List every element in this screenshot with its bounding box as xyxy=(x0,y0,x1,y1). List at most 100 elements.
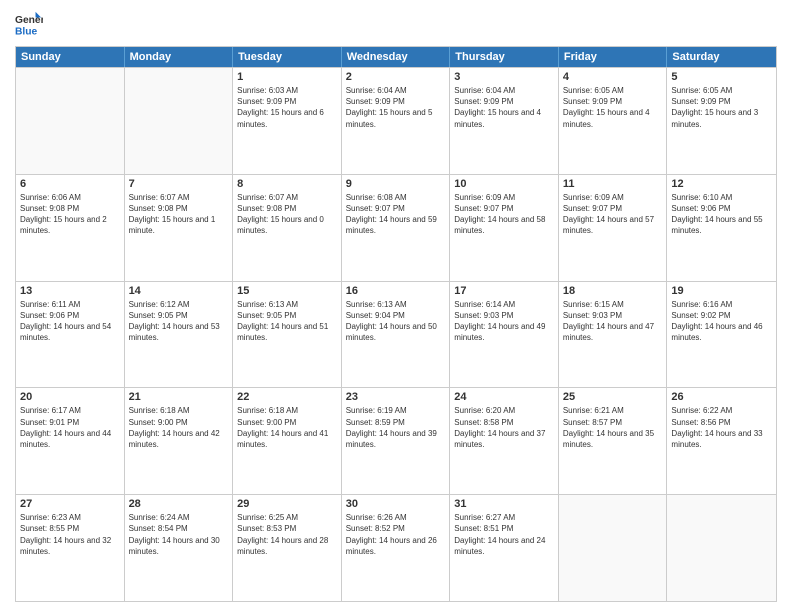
calendar-cell: 23 Sunrise: 6:19 AMSunset: 8:59 PMDayligh… xyxy=(342,388,451,494)
cell-info: Sunrise: 6:22 AMSunset: 8:56 PMDaylight:… xyxy=(671,405,772,450)
day-number: 29 xyxy=(237,498,337,510)
calendar-cell: 22 Sunrise: 6:18 AMSunset: 9:00 PMDayligh… xyxy=(233,388,342,494)
calendar: SundayMondayTuesdayWednesdayThursdayFrid… xyxy=(15,46,777,602)
calendar-cell: 14 Sunrise: 6:12 AMSunset: 9:05 PMDayligh… xyxy=(125,282,234,388)
calendar-cell: 24Sunrise: 6:20 AMSunset: 8:58 PMDayligh… xyxy=(450,388,559,494)
calendar-cell: 27 Sunrise: 6:23 AMSunset: 8:55 PMDayligh… xyxy=(16,495,125,601)
calendar-cell: 28 Sunrise: 6:24 AMSunset: 8:54 PMDayligh… xyxy=(125,495,234,601)
day-number: 22 xyxy=(237,391,337,403)
weekday-header: Tuesday xyxy=(233,47,342,67)
calendar-cell: 1Sunrise: 6:03 AMSunset: 9:09 PMDaylight… xyxy=(233,68,342,174)
page-header: General Blue xyxy=(15,10,777,38)
calendar-row: 27 Sunrise: 6:23 AMSunset: 8:55 PMDayligh… xyxy=(16,494,776,601)
day-number: 18 xyxy=(563,285,663,297)
calendar-row: 13 Sunrise: 6:11 AMSunset: 9:06 PMDayligh… xyxy=(16,281,776,388)
cell-info: Sunrise: 6:23 AMSunset: 8:55 PMDaylight:… xyxy=(20,512,120,557)
cell-info: Sunrise: 6:20 AMSunset: 8:58 PMDaylight:… xyxy=(454,405,554,450)
cell-info: Sunrise: 6:04 AMSunset: 9:09 PMDaylight:… xyxy=(454,85,554,130)
weekday-header: Wednesday xyxy=(342,47,451,67)
calendar-cell: 30 Sunrise: 6:26 AMSunset: 8:52 PMDayligh… xyxy=(342,495,451,601)
calendar-cell xyxy=(667,495,776,601)
weekday-header: Monday xyxy=(125,47,234,67)
day-number: 28 xyxy=(129,498,229,510)
calendar-cell: 21 Sunrise: 6:18 AMSunset: 9:00 PMDayligh… xyxy=(125,388,234,494)
cell-info: Sunrise: 6:11 AMSunset: 9:06 PMDaylight:… xyxy=(20,299,120,344)
day-number: 19 xyxy=(671,285,772,297)
calendar-cell: 29 Sunrise: 6:25 AMSunset: 8:53 PMDayligh… xyxy=(233,495,342,601)
day-number: 10 xyxy=(454,178,554,190)
cell-info: Sunrise: 6:05 AMSunset: 9:09 PMDaylight:… xyxy=(563,85,663,130)
calendar-cell: 5 Sunrise: 6:05 AMSunset: 9:09 PMDaylight… xyxy=(667,68,776,174)
calendar-cell: 13 Sunrise: 6:11 AMSunset: 9:06 PMDayligh… xyxy=(16,282,125,388)
day-number: 3 xyxy=(454,71,554,83)
day-number: 13 xyxy=(20,285,120,297)
day-number: 26 xyxy=(671,391,772,403)
cell-info: Sunrise: 6:25 AMSunset: 8:53 PMDaylight:… xyxy=(237,512,337,557)
cell-info: Sunrise: 6:14 AMSunset: 9:03 PMDaylight:… xyxy=(454,299,554,344)
day-number: 17 xyxy=(454,285,554,297)
calendar-row: 6 Sunrise: 6:06 AMSunset: 9:08 PMDaylight… xyxy=(16,174,776,281)
day-number: 31 xyxy=(454,498,554,510)
day-number: 7 xyxy=(129,178,229,190)
cell-info: Sunrise: 6:19 AMSunset: 8:59 PMDaylight:… xyxy=(346,405,446,450)
calendar-row: 1Sunrise: 6:03 AMSunset: 9:09 PMDaylight… xyxy=(16,67,776,174)
cell-info: Sunrise: 6:24 AMSunset: 8:54 PMDaylight:… xyxy=(129,512,229,557)
calendar-cell xyxy=(125,68,234,174)
day-number: 23 xyxy=(346,391,446,403)
day-number: 2 xyxy=(346,71,446,83)
calendar-header: SundayMondayTuesdayWednesdayThursdayFrid… xyxy=(16,47,776,67)
weekday-header: Friday xyxy=(559,47,668,67)
calendar-cell xyxy=(559,495,668,601)
day-number: 21 xyxy=(129,391,229,403)
cell-info: Sunrise: 6:16 AMSunset: 9:02 PMDaylight:… xyxy=(671,299,772,344)
calendar-cell: 9Sunrise: 6:08 AMSunset: 9:07 PMDaylight… xyxy=(342,175,451,281)
cell-info: Sunrise: 6:27 AMSunset: 8:51 PMDaylight:… xyxy=(454,512,554,557)
svg-text:Blue: Blue xyxy=(15,26,38,37)
cell-info: Sunrise: 6:03 AMSunset: 9:09 PMDaylight:… xyxy=(237,85,337,130)
cell-info: Sunrise: 6:15 AMSunset: 9:03 PMDaylight:… xyxy=(563,299,663,344)
calendar-cell: 2 Sunrise: 6:04 AMSunset: 9:09 PMDaylight… xyxy=(342,68,451,174)
calendar-cell: 26 Sunrise: 6:22 AMSunset: 8:56 PMDayligh… xyxy=(667,388,776,494)
day-number: 27 xyxy=(20,498,120,510)
cell-info: Sunrise: 6:21 AMSunset: 8:57 PMDaylight:… xyxy=(563,405,663,450)
calendar-cell: 11Sunrise: 6:09 AMSunset: 9:07 PMDayligh… xyxy=(559,175,668,281)
day-number: 25 xyxy=(563,391,663,403)
cell-info: Sunrise: 6:09 AMSunset: 9:07 PMDaylight:… xyxy=(563,192,663,237)
cell-info: Sunrise: 6:12 AMSunset: 9:05 PMDaylight:… xyxy=(129,299,229,344)
day-number: 5 xyxy=(671,71,772,83)
calendar-row: 20 Sunrise: 6:17 AMSunset: 9:01 PMDayligh… xyxy=(16,387,776,494)
calendar-cell: 31 Sunrise: 6:27 AMSunset: 8:51 PMDayligh… xyxy=(450,495,559,601)
calendar-cell: 17 Sunrise: 6:14 AMSunset: 9:03 PMDayligh… xyxy=(450,282,559,388)
weekday-header: Thursday xyxy=(450,47,559,67)
calendar-cell: 6 Sunrise: 6:06 AMSunset: 9:08 PMDaylight… xyxy=(16,175,125,281)
cell-info: Sunrise: 6:08 AMSunset: 9:07 PMDaylight:… xyxy=(346,192,446,237)
calendar-cell: 15 Sunrise: 6:13 AMSunset: 9:05 PMDayligh… xyxy=(233,282,342,388)
calendar-cell: 10 Sunrise: 6:09 AMSunset: 9:07 PMDayligh… xyxy=(450,175,559,281)
day-number: 20 xyxy=(20,391,120,403)
cell-info: Sunrise: 6:13 AMSunset: 9:05 PMDaylight:… xyxy=(237,299,337,344)
cell-info: Sunrise: 6:10 AMSunset: 9:06 PMDaylight:… xyxy=(671,192,772,237)
calendar-cell: 19 Sunrise: 6:16 AMSunset: 9:02 PMDayligh… xyxy=(667,282,776,388)
day-number: 6 xyxy=(20,178,120,190)
calendar-body: 1Sunrise: 6:03 AMSunset: 9:09 PMDaylight… xyxy=(16,67,776,601)
day-number: 15 xyxy=(237,285,337,297)
calendar-cell xyxy=(16,68,125,174)
day-number: 8 xyxy=(237,178,337,190)
cell-info: Sunrise: 6:17 AMSunset: 9:01 PMDaylight:… xyxy=(20,405,120,450)
calendar-cell: 4Sunrise: 6:05 AMSunset: 9:09 PMDaylight… xyxy=(559,68,668,174)
cell-info: Sunrise: 6:07 AMSunset: 9:08 PMDaylight:… xyxy=(237,192,337,237)
cell-info: Sunrise: 6:18 AMSunset: 9:00 PMDaylight:… xyxy=(237,405,337,450)
calendar-cell: 18 Sunrise: 6:15 AMSunset: 9:03 PMDayligh… xyxy=(559,282,668,388)
cell-info: Sunrise: 6:18 AMSunset: 9:00 PMDaylight:… xyxy=(129,405,229,450)
cell-info: Sunrise: 6:26 AMSunset: 8:52 PMDaylight:… xyxy=(346,512,446,557)
cell-info: Sunrise: 6:04 AMSunset: 9:09 PMDaylight:… xyxy=(346,85,446,130)
cell-info: Sunrise: 6:05 AMSunset: 9:09 PMDaylight:… xyxy=(671,85,772,130)
cell-info: Sunrise: 6:06 AMSunset: 9:08 PMDaylight:… xyxy=(20,192,120,237)
cell-info: Sunrise: 6:09 AMSunset: 9:07 PMDaylight:… xyxy=(454,192,554,237)
day-number: 14 xyxy=(129,285,229,297)
calendar-cell: 25 Sunrise: 6:21 AMSunset: 8:57 PMDayligh… xyxy=(559,388,668,494)
calendar-cell: 3 Sunrise: 6:04 AMSunset: 9:09 PMDaylight… xyxy=(450,68,559,174)
day-number: 30 xyxy=(346,498,446,510)
calendar-cell: 12Sunrise: 6:10 AMSunset: 9:06 PMDayligh… xyxy=(667,175,776,281)
logo: General Blue xyxy=(15,10,43,38)
